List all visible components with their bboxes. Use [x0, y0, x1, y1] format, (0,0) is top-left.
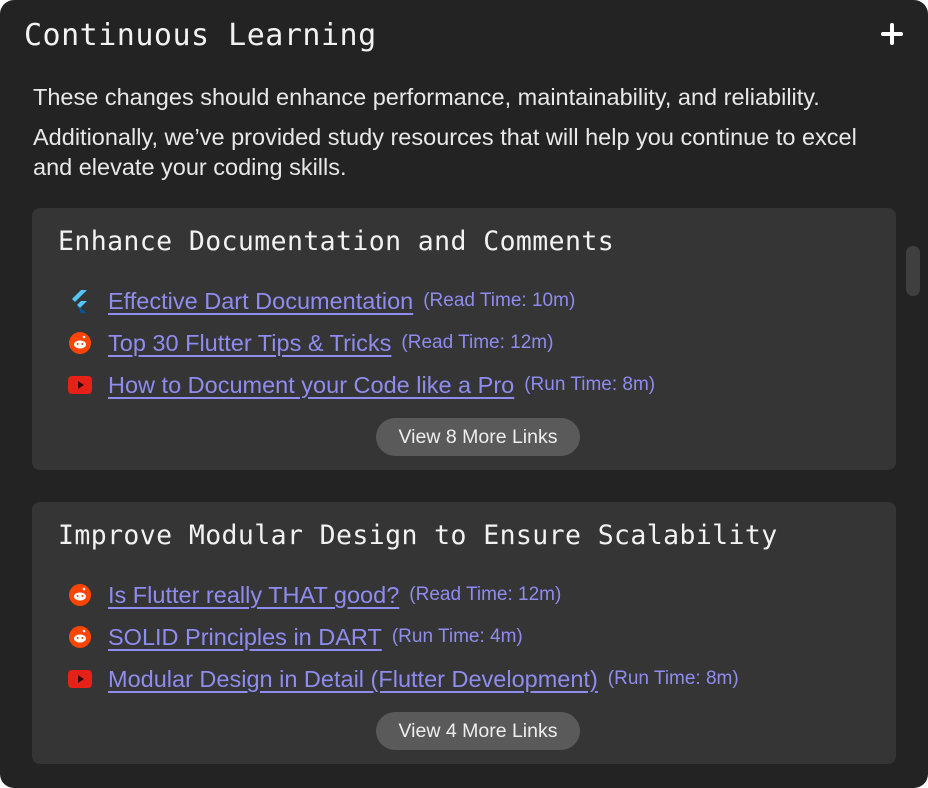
card-title: Improve Modular Design to Ensure Scalabi… [58, 520, 778, 551]
list-item: Top 30 Flutter Tips & Tricks (Read Time:… [68, 322, 876, 364]
list-item: Modular Design in Detail (Flutter Develo… [68, 658, 876, 700]
link-list: Is Flutter really THAT good? (Read Time:… [68, 574, 876, 700]
reddit-icon [68, 625, 92, 649]
resource-link[interactable]: Effective Dart Documentation [108, 288, 413, 315]
run-time: (Run Time: 4m) [391, 626, 523, 647]
run-time: (Run Time: 8m) [607, 668, 739, 689]
list-item: Is Flutter really THAT good? (Read Time:… [68, 574, 876, 616]
youtube-icon [68, 667, 92, 691]
view-more-links-button[interactable]: View 4 More Links [376, 712, 580, 750]
continuous-learning-panel: Continuous Learning These changes should… [0, 0, 928, 788]
resource-link[interactable]: SOLID Principles in DART [108, 624, 382, 651]
scrollbar-thumb[interactable] [906, 246, 920, 296]
read-time: (Read Time: 10m) [423, 290, 576, 311]
resource-card-modular-design: Improve Modular Design to Ensure Scalabi… [32, 502, 896, 764]
flutter-icon [68, 289, 92, 313]
list-item: Effective Dart Documentation (Read Time:… [68, 280, 876, 322]
run-time: (Run Time: 8m) [524, 374, 656, 395]
link-list: Effective Dart Documentation (Read Time:… [68, 280, 876, 406]
plus-icon[interactable] [880, 22, 904, 46]
resource-link[interactable]: Modular Design in Detail (Flutter Develo… [108, 666, 598, 693]
list-item: SOLID Principles in DART (Run Time: 4m) [68, 616, 876, 658]
panel-title: Continuous Learning [24, 18, 377, 53]
resource-link[interactable]: Top 30 Flutter Tips & Tricks [108, 330, 391, 357]
resource-link[interactable]: Is Flutter really THAT good? [108, 582, 399, 609]
intro-text: These changes should enhance performance… [33, 82, 893, 192]
read-time: (Read Time: 12m) [409, 584, 562, 605]
youtube-icon [68, 373, 92, 397]
intro-line-2: Additionally, we’ve provided study resou… [33, 124, 857, 180]
intro-line-1: These changes should enhance performance… [33, 84, 820, 110]
list-item: How to Document your Code like a Pro (Ru… [68, 364, 876, 406]
resource-card-documentation: Enhance Documentation and Comments Effec… [32, 208, 896, 470]
view-more-links-button[interactable]: View 8 More Links [376, 418, 580, 456]
reddit-icon [68, 583, 92, 607]
read-time: (Read Time: 12m) [401, 332, 554, 353]
panel-header: Continuous Learning [24, 14, 904, 58]
resource-link[interactable]: How to Document your Code like a Pro [108, 372, 514, 399]
card-title: Enhance Documentation and Comments [58, 226, 615, 257]
reddit-icon [68, 331, 92, 355]
